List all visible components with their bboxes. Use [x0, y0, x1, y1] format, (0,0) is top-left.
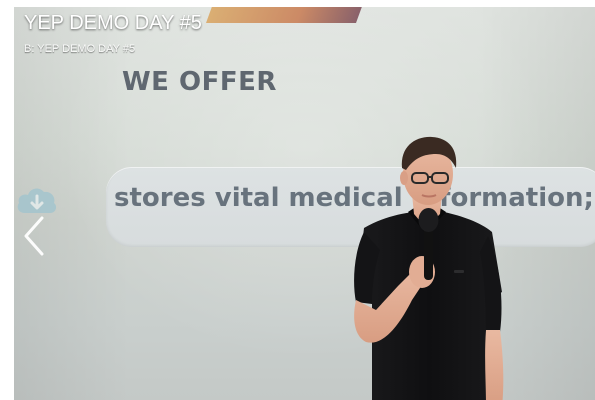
slide-heading: WE OFFER	[122, 67, 277, 97]
photo-viewer: WE OFFER stores vital medical informatio…	[0, 0, 595, 400]
cloud-download-icon	[17, 188, 57, 213]
viewer-subtitle: B: YEP DEMO DAY #5	[24, 43, 136, 55]
viewer-title: YEP DEMO DAY #5	[24, 12, 202, 34]
event-photo: WE OFFER stores vital medical informatio…	[14, 7, 595, 400]
slide-top-decoration	[205, 7, 365, 23]
chevron-left-icon[interactable]	[20, 214, 50, 258]
speaker-figure	[354, 136, 504, 400]
